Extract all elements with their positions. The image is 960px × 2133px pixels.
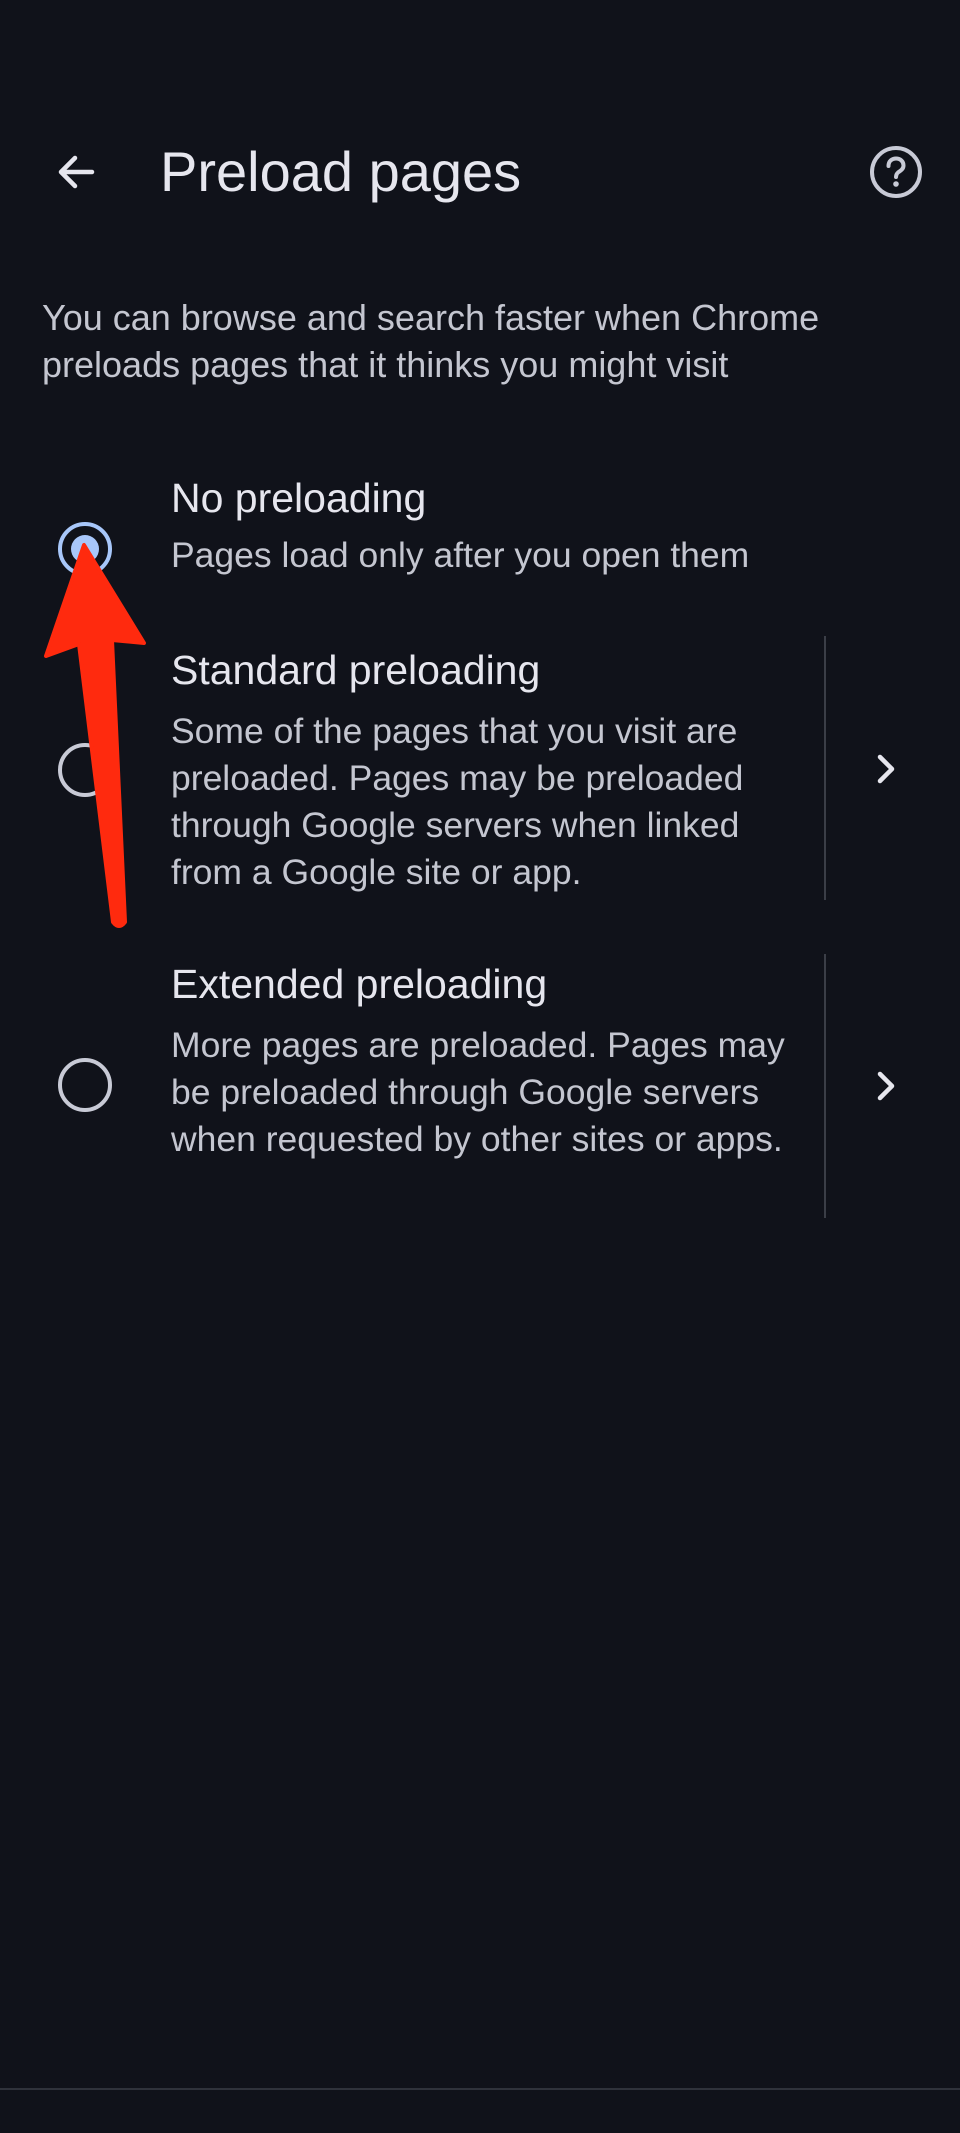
arrow-back-icon: [58, 155, 95, 189]
bottom-divider: [0, 2088, 960, 2090]
radio-no-preloading[interactable]: [58, 522, 112, 576]
back-button[interactable]: [40, 136, 112, 208]
chevron-right-icon: [877, 1071, 895, 1101]
option-extended-preloading[interactable]: Extended preloading More pages are prelo…: [0, 956, 960, 1216]
radio-extended-preloading[interactable]: [58, 1058, 112, 1112]
help-circle-icon: [870, 146, 922, 198]
option-title: No preloading: [171, 475, 427, 521]
page-title: Preload pages: [160, 140, 522, 203]
option-no-preloading[interactable]: No preloading Pages load only after you …: [0, 470, 960, 598]
option-description: Pages load only after you open them: [171, 535, 750, 575]
option-title: Extended preloading: [171, 961, 548, 1007]
option-title: Standard preloading: [171, 647, 541, 693]
divider: [824, 636, 826, 900]
extended-preloading-details-button[interactable]: [850, 1050, 922, 1122]
help-button[interactable]: [860, 136, 932, 208]
option-standard-preloading[interactable]: Standard preloading Some of the pages th…: [0, 640, 960, 900]
radio-standard-preloading[interactable]: [58, 743, 112, 797]
page-description: You can browse and search faster when Ch…: [42, 297, 820, 385]
option-description: More pages are preloaded. Pages may be p…: [171, 1025, 785, 1159]
divider: [824, 954, 826, 1218]
chevron-right-icon: [877, 754, 895, 784]
standard-preloading-details-button[interactable]: [850, 733, 922, 805]
option-description: Some of the pages that you visit are pre…: [171, 711, 744, 892]
